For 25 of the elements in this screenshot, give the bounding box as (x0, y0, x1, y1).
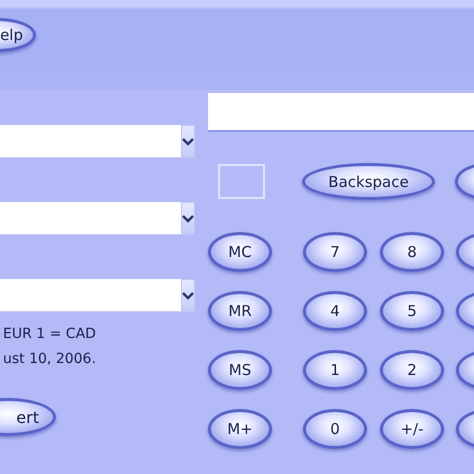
key-button[interactable]: 2 (380, 350, 444, 390)
key-button[interactable]: MS (208, 350, 272, 390)
key-button[interactable]: MC (208, 232, 272, 272)
key-button[interactable]: 5 (380, 291, 444, 331)
dropdown-button[interactable] (181, 279, 195, 312)
chevron-down-icon (182, 292, 194, 300)
convert-button[interactable]: ert (0, 398, 56, 436)
dropdown-button[interactable] (181, 202, 195, 235)
key-button[interactable]: 7 (303, 232, 367, 272)
display-field[interactable] (208, 93, 474, 132)
key-button[interactable]: 0 (303, 409, 367, 449)
exchange-rate-text: EUR 1 = CAD (3, 325, 97, 344)
key-button[interactable]: M+ (208, 409, 272, 449)
key-button[interactable]: 4 (303, 291, 367, 331)
chevron-down-icon (182, 214, 194, 222)
exchange-rate-text: ust 10, 2006. (3, 350, 97, 369)
dropdown-button[interactable] (181, 125, 195, 158)
key-button[interactable]: 1 (303, 350, 367, 390)
help-button[interactable]: elp (0, 18, 36, 52)
key-button[interactable]: MR (208, 291, 272, 331)
chevron-down-icon (182, 138, 194, 146)
key-button[interactable]: +/- (380, 409, 444, 449)
key-button[interactable]: 8 (380, 232, 444, 272)
backspace-button[interactable]: Backspace (302, 163, 435, 200)
square-outline (218, 164, 265, 199)
